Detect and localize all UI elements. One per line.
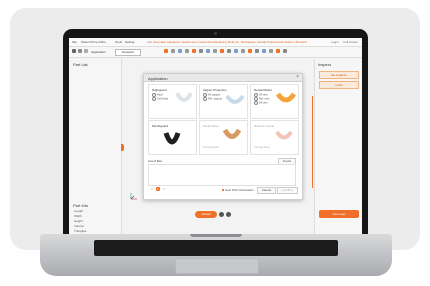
repair-icon[interactable]	[241, 49, 245, 53]
retainer-coming-soon: Coming Soon	[254, 146, 270, 149]
dialog-title: Application	[148, 76, 168, 81]
menu-tools[interactable]: Tools	[115, 40, 122, 44]
menu-file[interactable]: File	[72, 40, 77, 44]
rotate-icon[interactable]	[171, 49, 175, 53]
mouthguard-label: Mouthguard	[152, 124, 169, 128]
page-1[interactable]: 1	[156, 187, 160, 191]
cut-icon[interactable]	[234, 49, 238, 53]
export-icon[interactable]	[262, 49, 266, 53]
list-of-files-label: List of files	[148, 159, 163, 163]
laptop-screen: File Sheet Prime Ortho Tools Setting Lab…	[69, 38, 362, 234]
view-reset-icon[interactable]	[226, 212, 231, 217]
dialog-cancel-button[interactable]: Cancel	[257, 187, 276, 194]
laptop-hinge	[190, 234, 242, 237]
info-row-triangles: Triangles	[74, 229, 87, 233]
application-label[interactable]: Application	[91, 50, 106, 54]
mouthguard-thumbnail	[163, 132, 181, 145]
deselect-button[interactable]: Deselect	[115, 49, 141, 56]
nightguard-thumbnail	[175, 92, 193, 102]
toolbar: Application Deselect	[69, 47, 362, 58]
section-model-base: Model Base Coming Soon	[199, 120, 248, 155]
axis-icon	[130, 193, 137, 200]
info-row-length: Length	[74, 209, 84, 213]
nightguard-option-softhard[interactable]: Soft-Hard	[152, 97, 168, 101]
close-icon[interactable]: ×	[296, 75, 299, 80]
measure-icon[interactable]	[227, 49, 231, 53]
move-icon[interactable]	[164, 49, 168, 53]
dental-model-thumbnail	[276, 92, 296, 103]
menu-right: Login Full screen	[331, 40, 358, 44]
retainer-thumbnail	[275, 130, 293, 140]
next-step-button[interactable]: Next step	[319, 210, 359, 218]
zoom-icon[interactable]	[219, 212, 224, 217]
panel-collapse-tab[interactable]	[121, 144, 124, 151]
section-mouthguard[interactable]: Mouthguard	[148, 120, 197, 155]
reanalyze-button[interactable]: Re-Analyze	[319, 71, 359, 79]
save-icon[interactable]	[84, 49, 88, 53]
menu-sheet[interactable]: Sheet Prime Ortho	[81, 40, 106, 44]
page-prev[interactable]: <	[150, 187, 154, 191]
menu-bar: File Sheet Prime Ortho Tools Setting Lab…	[69, 38, 362, 47]
slice-icon[interactable]	[255, 49, 259, 53]
nightguard-label: Nightguard	[152, 88, 167, 92]
info-row-volume: Volume	[74, 224, 85, 228]
print-icon[interactable]	[276, 49, 280, 53]
model-base-label: Model Base	[203, 124, 219, 128]
canvas-controls: Cancel	[195, 211, 231, 218]
keyboard	[94, 240, 338, 256]
build-area-edge	[312, 96, 313, 188]
right-panel: Inspect Re-Analyze Undo Next step	[314, 59, 362, 234]
open-icon[interactable]	[78, 49, 82, 53]
inspect-title: Inspect	[318, 62, 331, 67]
dental-model-label: Dental Model	[254, 88, 272, 92]
touchpad	[175, 258, 259, 274]
scale-icon[interactable]	[178, 49, 182, 53]
page-next[interactable]: >	[162, 187, 166, 191]
camera	[214, 32, 217, 35]
hollow-icon[interactable]	[206, 49, 210, 53]
login-link[interactable]: Login	[331, 40, 338, 44]
support-icon[interactable]	[199, 49, 203, 53]
dental-option-3[interactable]: All vent	[254, 101, 268, 105]
left-panel: Part List Part Info Length Width Height …	[69, 59, 122, 234]
layout-icon[interactable]	[192, 49, 196, 53]
section-nightguard[interactable]: Nightguard Hard Soft-Hard	[148, 84, 197, 119]
aligner-label: Aligner Protection	[203, 88, 227, 92]
aligner-option-ref[interactable]: Ref. support	[203, 97, 222, 101]
mirror-icon[interactable]	[185, 49, 189, 53]
settings-icon[interactable]	[269, 49, 273, 53]
auto-orientation-checkbox[interactable]: Auto Print Orientation	[222, 188, 254, 192]
part-list-title: Part List	[73, 62, 88, 67]
section-dental-model[interactable]: Dental Model All vent Ref. vent All vent	[250, 84, 299, 119]
model-base-coming-soon: Coming Soon	[203, 146, 219, 149]
info-row-height: Height	[74, 219, 83, 223]
dialog-confirm-button[interactable]: Confirm	[277, 187, 298, 194]
info-row-width: Width	[74, 214, 82, 218]
file-list[interactable]	[148, 164, 296, 186]
axis-gizmo	[129, 191, 139, 202]
model-base-thumbnail	[222, 128, 242, 139]
cancel-main-button[interactable]: Cancel	[195, 211, 217, 218]
part-info-title: Part Info	[73, 203, 89, 208]
dialog-titlebar: Application ×	[144, 74, 302, 82]
section-retainer: Retainer Guide Coming Soon	[250, 120, 299, 155]
label-icon[interactable]	[220, 49, 224, 53]
undo-button[interactable]: Undo	[319, 81, 359, 89]
info-icon[interactable]	[283, 49, 287, 53]
view-icon[interactable]	[248, 49, 252, 53]
drill-icon[interactable]	[213, 49, 217, 53]
section-aligner[interactable]: Aligner Protection All support Ref. supp…	[199, 84, 248, 119]
aligner-thumbnail	[225, 94, 245, 104]
window-title: Lab Cinematic Appliance: Attachment Cust…	[147, 40, 307, 44]
fullscreen-link[interactable]: Full screen	[343, 40, 358, 44]
retainer-label: Retainer Guide	[254, 124, 275, 128]
application-dialog: Application × Nightguard Hard Soft-Hard …	[143, 73, 303, 200]
home-icon[interactable]	[72, 49, 76, 53]
menu-setting[interactable]: Setting	[125, 40, 134, 44]
